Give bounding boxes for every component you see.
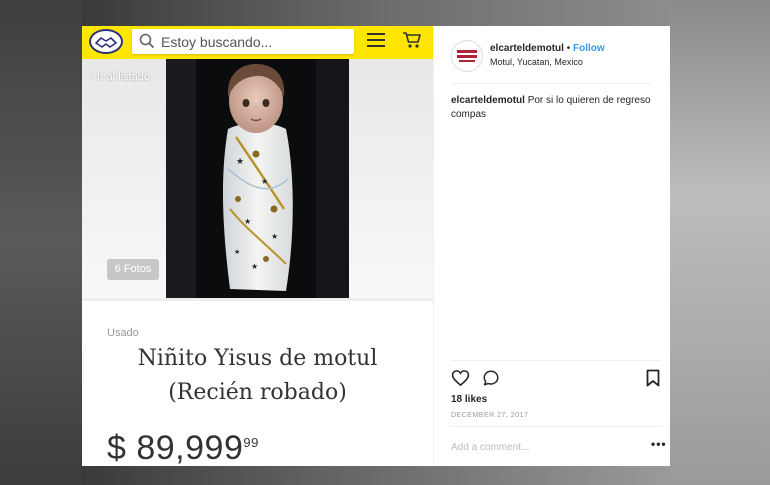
listing-price: $ 89,99999 bbox=[107, 429, 259, 466]
add-comment-input[interactable]: Add a comment... bbox=[451, 442, 529, 453]
cart-icon[interactable] bbox=[402, 31, 422, 54]
background-top bbox=[82, 0, 670, 26]
panel-separator bbox=[433, 26, 434, 466]
avatar[interactable] bbox=[451, 40, 483, 72]
username-link[interactable]: elcarteldemotul bbox=[490, 43, 564, 54]
back-label: Ir al listado bbox=[96, 71, 150, 83]
heart-icon[interactable] bbox=[451, 369, 470, 392]
more-icon[interactable]: ••• bbox=[651, 437, 667, 451]
post-caption: elcarteldemotul Por si lo quieren de reg… bbox=[451, 94, 656, 122]
condition-label: Usado bbox=[107, 327, 139, 339]
listing-title-line1: Niñito Yisus de motul bbox=[137, 346, 378, 371]
location-link[interactable]: Motul, Yucatan, Mexico bbox=[490, 57, 583, 67]
svg-text:★: ★ bbox=[234, 248, 240, 256]
marketplace-header: Estoy buscando... bbox=[82, 26, 433, 59]
background-bottom bbox=[82, 466, 670, 485]
listing-title-line2: (Recién robado) bbox=[168, 380, 347, 405]
svg-text:★: ★ bbox=[236, 157, 244, 167]
handshake-logo-icon[interactable] bbox=[89, 29, 123, 54]
background-right bbox=[670, 0, 770, 485]
post-date: DECEMBER 27, 2017 bbox=[451, 412, 529, 419]
price-main: $ 89,999 bbox=[107, 429, 244, 466]
divider bbox=[451, 83, 651, 84]
comment-icon[interactable] bbox=[482, 369, 500, 392]
svg-text:★: ★ bbox=[244, 217, 251, 226]
photo-gallery[interactable]: ★ ★ ★ ★ ★ ★ ‹ Ir al listado 6 Fotos bbox=[82, 59, 433, 301]
background-left bbox=[0, 0, 82, 485]
hamburger-menu-icon[interactable] bbox=[367, 32, 385, 53]
bookmark-icon[interactable] bbox=[646, 369, 660, 392]
divider bbox=[451, 426, 661, 427]
search-icon bbox=[139, 33, 155, 54]
photos-count-badge[interactable]: 6 Fotos bbox=[107, 259, 159, 280]
chevron-left-icon: ‹ bbox=[90, 71, 94, 83]
separator-dot: • bbox=[563, 43, 573, 54]
svg-text:★: ★ bbox=[261, 177, 268, 186]
marketplace-listing: Estoy buscando... ★ ★ ★ ★ ★ ★ ‹ Ir al li… bbox=[82, 26, 433, 466]
svg-text:★: ★ bbox=[271, 232, 278, 241]
post-header-user: elcarteldemotul • Follow bbox=[490, 43, 605, 54]
divider bbox=[82, 298, 433, 301]
price-cents: 99 bbox=[243, 435, 259, 450]
divider bbox=[451, 360, 661, 361]
caption-username[interactable]: elcarteldemotul bbox=[451, 95, 525, 106]
instagram-post: elcarteldemotul • Follow Motul, Yucatan,… bbox=[433, 26, 670, 466]
back-to-listing-link[interactable]: ‹ Ir al listado bbox=[90, 71, 150, 83]
follow-button[interactable]: Follow bbox=[573, 43, 605, 54]
product-photo[interactable]: ★ ★ ★ ★ ★ ★ bbox=[166, 59, 349, 301]
svg-text:★: ★ bbox=[251, 262, 258, 271]
listing-title: Niñito Yisus de motul (Recién robado) bbox=[82, 342, 433, 410]
search-input[interactable]: Estoy buscando... bbox=[132, 29, 354, 54]
likes-count[interactable]: 18 likes bbox=[451, 394, 487, 405]
search-placeholder: Estoy buscando... bbox=[161, 34, 273, 50]
